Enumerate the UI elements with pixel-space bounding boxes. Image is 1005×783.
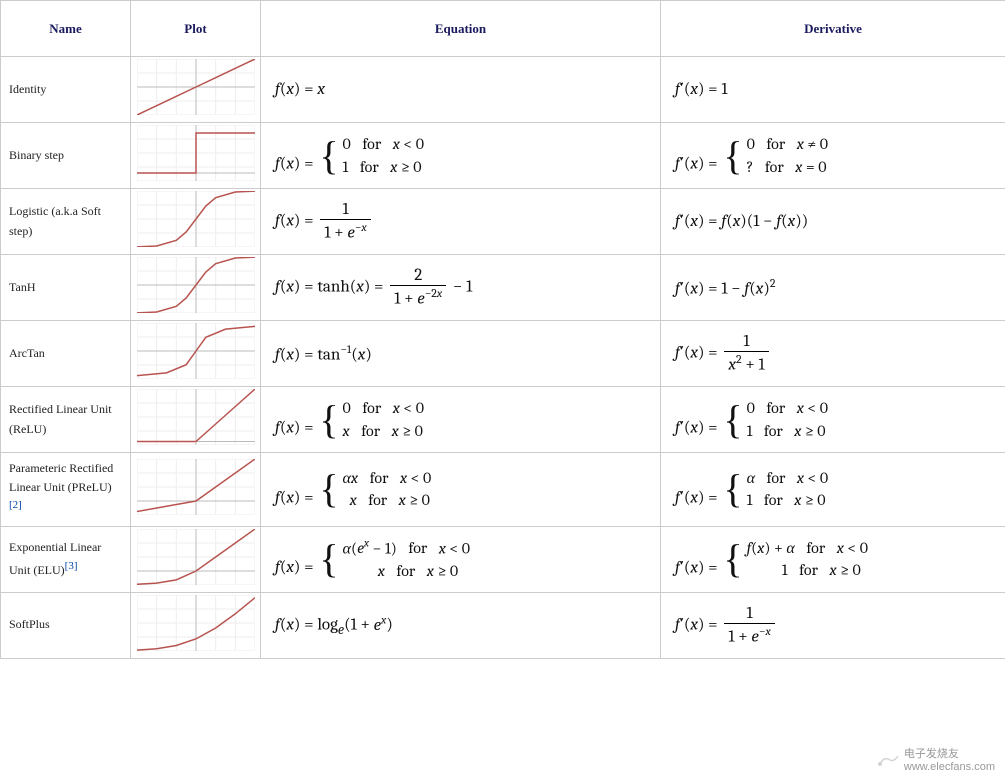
function-name: SoftPlus [1, 592, 131, 658]
plot-cell [131, 321, 261, 387]
table-row: Logistic (a.k.a Soft step) f(x) = 11 + e−… [1, 189, 1005, 255]
header-name: Name [1, 1, 131, 57]
header-row: Name Plot Equation Derivative [1, 1, 1005, 57]
function-name: Logistic (a.k.a Soft step) [1, 189, 131, 255]
function-name: Rectified Linear Unit (ReLU) [1, 387, 131, 453]
plot-cell [131, 526, 261, 592]
derivative-cell: f′(x) = {f(x) + α for x < 0 1 for x ≥ 0 [661, 526, 1005, 592]
function-name: Parameteric Rectified Linear Unit (PReLU… [1, 453, 131, 527]
function-name: ArcTan [1, 321, 131, 387]
header-derivative: Derivative [661, 1, 1005, 57]
equation-cell: f(x) = {α(ex − 1) for x < 0 x for x ≥ 0 [261, 526, 661, 592]
equation-cell: f(x) = loge(1 + ex) [261, 592, 661, 658]
plot-cell [131, 387, 261, 453]
plot-softplus [137, 595, 255, 651]
derivative-cell: f′(x) = 11 + e−x [661, 592, 1005, 658]
derivative-cell: f′(x) = 1x2 + 1 [661, 321, 1005, 387]
table-row: TanH f(x) = tanh(x) = 21 + e−2x − 1f′(x) … [1, 255, 1005, 321]
plot-arctan [137, 323, 255, 379]
plot-cell [131, 453, 261, 527]
table-row: SoftPlus f(x) = loge(1 + ex)f′(x) = 11 + … [1, 592, 1005, 658]
function-name: Exponential Linear Unit (ELU)[3] [1, 526, 131, 592]
derivative-cell: f′(x) = {0 for x ≠ 0? for x = 0 [661, 123, 1005, 189]
activation-functions-table: Name Plot Equation Derivative Identity f(… [0, 0, 1005, 659]
plot-cell [131, 592, 261, 658]
plot-cell [131, 189, 261, 255]
plot-step [137, 125, 255, 181]
derivative-cell: f′(x) = {0 for x < 01 for x ≥ 0 [661, 387, 1005, 453]
header-plot: Plot [131, 1, 261, 57]
plot-cell [131, 57, 261, 123]
plot-prelu [137, 459, 255, 515]
equation-cell: f(x) = 11 + e−x [261, 189, 661, 255]
equation-cell: f(x) = x [261, 57, 661, 123]
reference-link[interactable]: [2] [9, 499, 22, 511]
plot-identity [137, 59, 255, 115]
derivative-cell: f′(x) = f(x)(1 − f(x)) [661, 189, 1005, 255]
derivative-cell: f′(x) = {α for x < 01 for x ≥ 0 [661, 453, 1005, 527]
table-row: Parameteric Rectified Linear Unit (PReLU… [1, 453, 1005, 527]
plot-cell [131, 123, 261, 189]
derivative-cell: f′(x) = 1 [661, 57, 1005, 123]
watermark-brand: 电子发烧友 [904, 745, 995, 761]
function-name: TanH [1, 255, 131, 321]
table-row: Binary step f(x) = {0 for x < 01 for x ≥ … [1, 123, 1005, 189]
header-equation: Equation [261, 1, 661, 57]
plot-cell [131, 255, 261, 321]
table-row: Exponential Linear Unit (ELU)[3] f(x) = {… [1, 526, 1005, 592]
plot-sigmoid [137, 191, 255, 247]
equation-cell: f(x) = {αx for x < 0 x for x ≥ 0 [261, 453, 661, 527]
equation-cell: f(x) = {0 for x < 01 for x ≥ 0 [261, 123, 661, 189]
plot-elu [137, 529, 255, 585]
table-row: Rectified Linear Unit (ReLU) f(x) = {0 fo… [1, 387, 1005, 453]
watermark-logo-icon [876, 750, 900, 768]
table-row: Identity f(x) = xf′(x) = 1 [1, 57, 1005, 123]
watermark-url: www.elecfans.com [904, 761, 995, 773]
plot-tanh [137, 257, 255, 313]
equation-cell: f(x) = tan−1(x) [261, 321, 661, 387]
equation-cell: f(x) = tanh(x) = 21 + e−2x − 1 [261, 255, 661, 321]
equation-cell: f(x) = {0 for x < 0x for x ≥ 0 [261, 387, 661, 453]
derivative-cell: f′(x) = 1 − f(x)2 [661, 255, 1005, 321]
table-row: ArcTan f(x) = tan−1(x)f′(x) = 1x2 + 1 [1, 321, 1005, 387]
function-name: Identity [1, 57, 131, 123]
reference-link[interactable]: [3] [65, 560, 78, 572]
watermark: 电子发烧友 www.elecfans.com [876, 745, 995, 773]
function-name: Binary step [1, 123, 131, 189]
plot-relu [137, 389, 255, 445]
